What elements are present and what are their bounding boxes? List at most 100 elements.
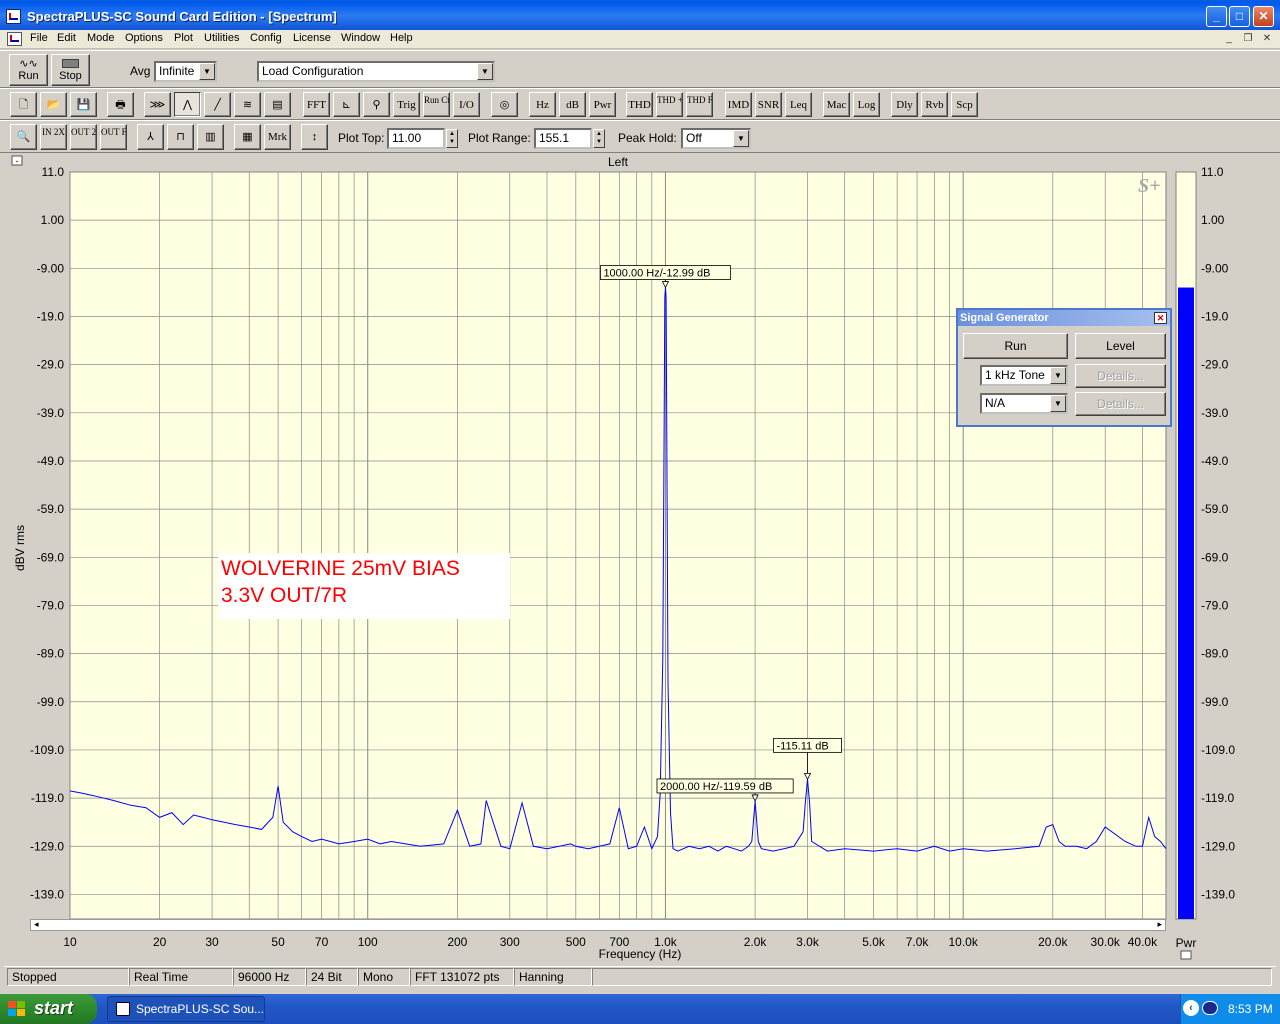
y-tick-label: -79.0 <box>37 598 65 612</box>
pwr-tick-label: 11.0 <box>1201 165 1224 179</box>
x-tick-label: 30.0k <box>1091 935 1121 949</box>
y-tick-label: 11.0 <box>42 165 65 179</box>
y-tick-label: -29.0 <box>37 358 65 372</box>
pwr-tick-label: -19.0 <box>1201 309 1229 323</box>
y-tick-label: -119.0 <box>31 791 64 805</box>
y-tick-label: 1.00 <box>41 213 65 227</box>
annotation-line-2: 3.3V OUT/7R <box>221 584 347 607</box>
marker-label: -115.11 dB <box>777 740 829 752</box>
pwr-collapse-icon[interactable] <box>1180 950 1192 960</box>
x-tick-label: 30 <box>205 935 219 949</box>
y-axis-label: dBV rms <box>13 525 27 571</box>
x-tick-label: 300 <box>500 935 520 949</box>
pwr-tick-label: -119.0 <box>1201 791 1234 805</box>
pwr-tick-label: -89.0 <box>1201 647 1229 661</box>
chevron-down-icon[interactable]: ▼ <box>1050 367 1066 384</box>
tray-expand-icon[interactable]: ‹ <box>1183 1000 1199 1016</box>
y-tick-label: -109.0 <box>30 743 64 757</box>
horizontal-scrollbar[interactable]: ◂ ▸ <box>30 919 1166 931</box>
collapse-glyph: - <box>16 156 19 166</box>
secondary-select[interactable]: N/A ▼ <box>980 393 1068 414</box>
pwr-tick-label: -69.0 <box>1201 550 1229 564</box>
windows-logo-icon <box>8 1001 25 1016</box>
x-axis-label: Frequency (Hz) <box>599 947 682 961</box>
x-tick-label: 20.0k <box>1038 935 1068 949</box>
x-tick-label: 40.0k <box>1128 935 1158 949</box>
status-bar: Stopped Real Time 96000 Hz 24 Bit Mono F… <box>4 966 1276 986</box>
y-tick-label: -19.0 <box>37 309 65 323</box>
y-tick-label: -59.0 <box>37 502 65 516</box>
status-bit-depth: 24 Bit <box>306 968 358 986</box>
clock: 8:53 PM <box>1228 1002 1273 1016</box>
power-meter-fill <box>1178 287 1194 920</box>
channel-label: Left <box>608 155 629 169</box>
tray-app-icon[interactable] <box>1202 1001 1218 1015</box>
pwr-tick-label: -29.0 <box>1201 358 1229 372</box>
status-fft-size: FFT 131072 pts <box>410 968 514 986</box>
taskbar-item-spectraplus[interactable]: SpectraPLUS-SC Sou... <box>107 996 265 1022</box>
marker-label: 1000.00 Hz/-12.99 dB <box>603 268 710 280</box>
x-tick-label: 20 <box>153 935 167 949</box>
y-tick-labels: 11.0 1.00 -9.00 -19.0 -29.0 -39.0 -49.0 -59.0 -6… <box>30 165 64 901</box>
marker-label: 2000.00 Hz/-119.59 dB <box>660 781 772 793</box>
x-tick-label: 10 <box>63 935 77 949</box>
tone-value: 1 kHz Tone <box>985 368 1045 382</box>
pwr-tick-label: -79.0 <box>1201 598 1229 612</box>
logo: S+ <box>1138 175 1161 197</box>
close-icon[interactable]: ✕ <box>1154 312 1167 324</box>
generator-run-button[interactable]: Run <box>963 333 1068 359</box>
status-window: Hanning <box>514 968 592 986</box>
taskbar: start SpectraPLUS-SC Sou... ‹ 8:53 PM <box>0 994 1280 1024</box>
spectrum-chart[interactable]: - Left 11.0 1.00 -9.00 -19.0 -29.0 -39.0 -49.0… <box>0 0 1280 966</box>
pwr-tick-label: -49.0 <box>1201 454 1229 468</box>
start-label: start <box>34 998 74 1018</box>
pwr-tick-label: -99.0 <box>1201 695 1229 709</box>
pwr-tick-label: -129.0 <box>1201 839 1235 853</box>
status-channels: Mono <box>358 968 410 986</box>
x-tick-label: 5.0k <box>862 935 886 949</box>
pwr-tick-label: -9.00 <box>1201 261 1229 275</box>
details-button-2[interactable]: Details... <box>1075 392 1166 416</box>
signal-generator-title[interactable]: Signal Generator <box>958 310 1170 326</box>
x-tick-label: 3.0k <box>796 935 820 949</box>
y-tick-label: -39.0 <box>37 406 65 420</box>
power-tick-labels: 11.0 1.00 -9.00 -19.0 -29.0 -39.0 -49.0 -59.0 -6… <box>1201 165 1235 901</box>
system-tray: ‹ 8:53 PM <box>1180 994 1280 1024</box>
y-tick-label: -129.0 <box>30 839 64 853</box>
x-tick-label: 10.0k <box>948 935 978 949</box>
plot-area[interactable] <box>69 171 1167 920</box>
y-tick-label: -139.0 <box>30 887 64 901</box>
chevron-down-icon[interactable]: ▼ <box>1050 395 1066 412</box>
y-tick-label: -9.00 <box>37 261 65 275</box>
secondary-value: N/A <box>985 396 1006 410</box>
pwr-label: Pwr <box>1176 936 1197 950</box>
taskbar-item-label: SpectraPLUS-SC Sou... <box>136 1002 265 1016</box>
signal-generator-window[interactable]: Signal Generator ✕ Run Level 1 kHz Tone … <box>956 308 1172 427</box>
generator-level-button[interactable]: Level <box>1075 333 1166 359</box>
tone-select[interactable]: 1 kHz Tone ▼ <box>980 365 1068 386</box>
annotation-line-1: WOLVERINE 25mV BIAS <box>221 557 460 580</box>
pwr-tick-label: -39.0 <box>1201 406 1229 420</box>
pwr-tick-label: -109.0 <box>1201 743 1235 757</box>
x-tick-label: 2.0k <box>744 935 768 949</box>
x-tick-label: 500 <box>566 935 586 949</box>
x-tick-label: 7.0k <box>906 935 930 949</box>
status-empty <box>592 968 1272 986</box>
scroll-left-icon[interactable]: ◂ <box>34 919 39 930</box>
y-tick-label: -69.0 <box>37 550 65 564</box>
y-tick-label: -89.0 <box>37 647 65 661</box>
pwr-tick-label: -139.0 <box>1201 887 1235 901</box>
y-tick-label: -99.0 <box>37 695 65 709</box>
details-button-1[interactable]: Details... <box>1075 364 1166 388</box>
status-sample-rate: 96000 Hz <box>233 968 306 986</box>
pwr-tick-label: 1.00 <box>1201 213 1225 227</box>
pwr-tick-label: -59.0 <box>1201 502 1229 516</box>
status-mode: Real Time <box>129 968 233 986</box>
y-tick-label: -49.0 <box>37 454 65 468</box>
scroll-right-icon[interactable]: ▸ <box>1157 919 1162 930</box>
start-button[interactable]: start <box>0 994 97 1024</box>
x-tick-label: 50 <box>271 935 285 949</box>
app-task-icon <box>116 1002 130 1016</box>
x-tick-label: 100 <box>358 935 378 949</box>
x-tick-label: 200 <box>447 935 467 949</box>
